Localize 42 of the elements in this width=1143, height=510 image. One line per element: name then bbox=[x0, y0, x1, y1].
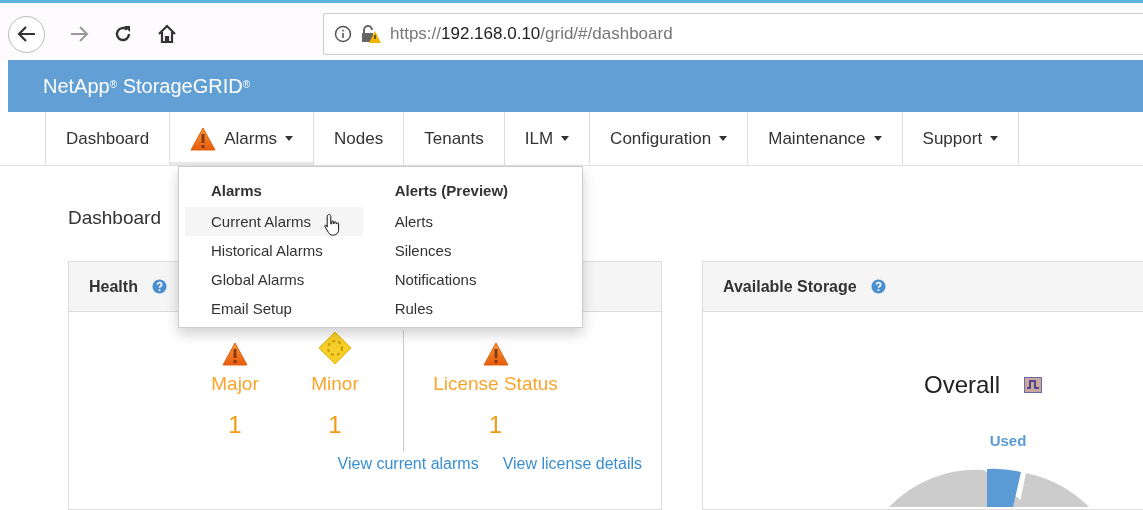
minor-alarm-icon bbox=[317, 330, 353, 366]
menu-item[interactable]: Rules bbox=[368, 293, 517, 323]
menu-heading: Alerts (Preview) bbox=[393, 181, 510, 201]
link[interactable]: View current alarms bbox=[337, 452, 479, 476]
home-icon[interactable] bbox=[157, 24, 177, 44]
warning-icon bbox=[190, 126, 217, 151]
warning-icon bbox=[482, 342, 509, 366]
menu-item[interactable]: Alerts bbox=[368, 206, 517, 236]
nav-tab[interactable]: Support bbox=[901, 112, 1020, 165]
info-icon[interactable] bbox=[334, 25, 352, 43]
alarm-label: Minor bbox=[311, 372, 359, 396]
alarm-label: Major bbox=[211, 372, 259, 396]
brand-title: NetApp$^{®}$ StorageGRID$^{®}$ bbox=[43, 74, 251, 99]
address-bar[interactable]: https://192.168.0.10/grid/#/dashboard bbox=[323, 13, 1143, 55]
chart-title: Overall bbox=[924, 370, 1000, 400]
alarm-count: 1 bbox=[228, 409, 242, 440]
menu-item[interactable]: Email Setup bbox=[185, 293, 363, 323]
menu-item[interactable]: Global Alarms bbox=[185, 264, 363, 294]
menu-item[interactable]: Notifications bbox=[368, 264, 517, 294]
alarm-count: 1 bbox=[488, 409, 503, 440]
panel-title: Available Storage bbox=[723, 276, 857, 297]
help-icon[interactable] bbox=[870, 279, 886, 294]
reload-icon[interactable] bbox=[113, 24, 133, 44]
menu-item[interactable]: Historical Alarms bbox=[185, 235, 363, 265]
menu-item[interactable]: Current Alarms bbox=[185, 206, 363, 236]
forward-icon[interactable] bbox=[69, 25, 89, 43]
help-icon[interactable] bbox=[151, 279, 167, 294]
menu-item[interactable]: Silences bbox=[368, 235, 517, 265]
insecure-lock-icon[interactable] bbox=[360, 24, 382, 44]
panel-title: Health bbox=[89, 276, 138, 297]
nav-tab[interactable]: Alarms bbox=[169, 112, 314, 165]
legend-label: Used bbox=[989, 432, 1027, 449]
link[interactable]: View license details bbox=[502, 452, 642, 476]
alarm-label: License Status bbox=[433, 372, 558, 396]
warning-icon bbox=[222, 342, 248, 366]
page-title: Dashboard bbox=[68, 207, 161, 228]
back-button[interactable] bbox=[8, 15, 45, 53]
alarm-count: 1 bbox=[328, 409, 342, 440]
menu-heading: Alarms bbox=[210, 181, 263, 201]
url-text: https://192.168.0.10/grid/#/dashboard bbox=[390, 23, 673, 46]
back-arrow-icon bbox=[16, 25, 37, 43]
chart-icon[interactable] bbox=[1024, 377, 1042, 393]
